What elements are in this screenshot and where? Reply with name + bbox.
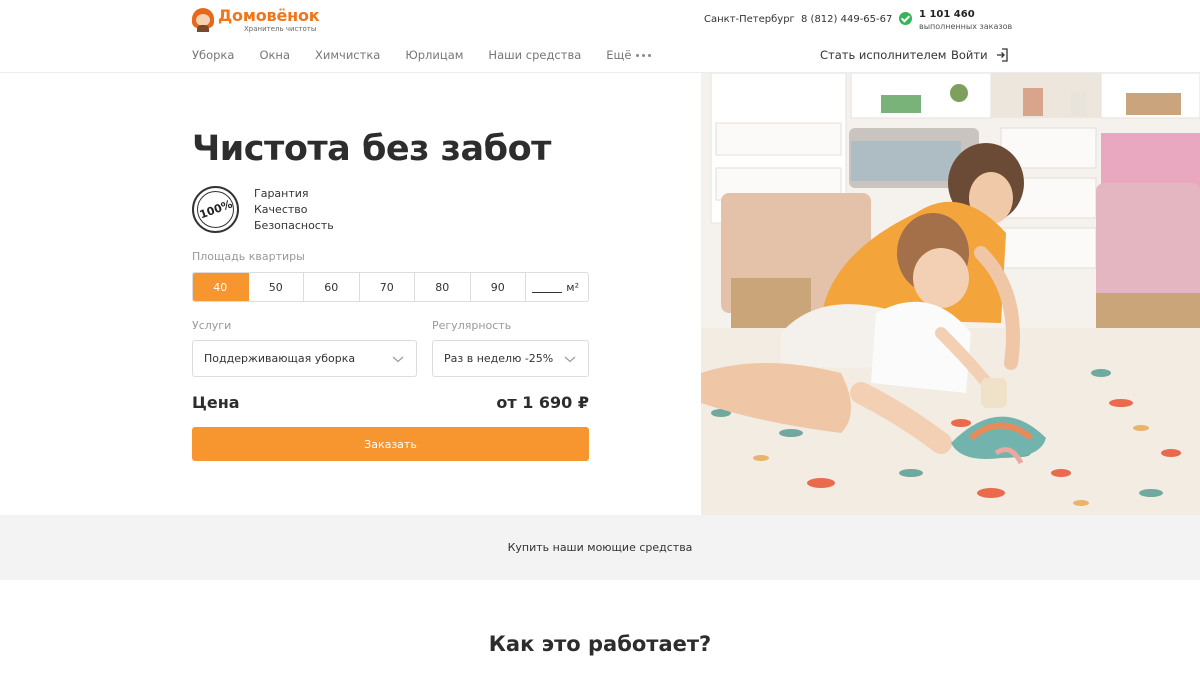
buy-products-link[interactable]: Купить наши моющие средства [0,515,1200,580]
become-performer-link[interactable]: Стать исполнителем [820,48,946,62]
hero-photo [701,73,1200,515]
logo[interactable]: Домовёнок Хранитель чистоты [192,6,320,33]
area-option-50[interactable]: 50 [249,273,304,301]
area-option-90[interactable]: 90 [471,273,526,301]
login-button[interactable]: Войти [951,48,1009,62]
brand-name: Домовёнок [218,6,320,25]
orders-label: выполненных заказов [919,22,1013,31]
feature-safety: Безопасность [254,219,334,232]
price-value: от 1 690 ₽ [496,393,589,412]
city-selector[interactable]: Санкт-Петербург [704,14,795,25]
feature-quality: Качество [254,203,308,216]
feature-guarantee: Гарантия [254,187,309,200]
mascot-icon [192,8,214,32]
area-option-70[interactable]: 70 [360,273,415,301]
main-nav: Уборка Окна Химчистка Юрлицам Наши средс… [192,48,676,62]
area-option-80[interactable]: 80 [415,273,471,301]
area-custom-blank [532,281,563,293]
nav-item-cleaning[interactable]: Уборка [192,48,234,62]
how-it-works-title: Как это работает? [488,632,712,656]
more-dots-icon [636,53,652,57]
area-option-40[interactable]: 40 [193,273,249,301]
badge-text: 100% [197,197,234,222]
services-label: Услуги [192,319,232,332]
orders-counter: 1 101 460 выполненных заказов [899,9,1012,32]
area-unit: м² [566,280,579,294]
area-label: Площадь квартиры [192,250,305,263]
login-icon [996,48,1008,62]
check-circle-icon [899,12,912,25]
regularity-value: Раз в неделю -25% [444,352,554,365]
area-option-60[interactable]: 60 [304,273,360,301]
area-selector: 40 50 60 70 80 90 м² [192,272,589,302]
order-button[interactable]: Заказать [192,427,589,461]
area-custom-input[interactable]: м² [526,273,588,301]
hero-title: Чистота без забот [192,129,551,169]
regularity-select[interactable]: Раз в неделю -25% [432,340,589,377]
nav-more-label: Ещё [606,48,632,62]
nav-item-drycleaning[interactable]: Химчистка [315,48,380,62]
feature-list: Гарантия Качество Безопасность [254,186,334,234]
nav-item-business[interactable]: Юрлицам [405,48,463,62]
nav-item-more[interactable]: Ещё [606,48,652,62]
services-select[interactable]: Поддерживающая уборка [192,340,417,377]
brand-tagline: Хранитель чистоты [244,25,317,33]
login-label: Войти [951,48,988,62]
nav-item-windows[interactable]: Окна [259,48,290,62]
orders-count: 1 101 460 [919,9,975,20]
guarantee-badge-icon: 100% [192,186,239,233]
regularity-label: Регулярность [432,319,512,332]
price-label: Цена [192,393,240,412]
phone-link[interactable]: 8 (812) 449-65-67 [801,14,892,25]
nav-item-products[interactable]: Наши средства [488,48,581,62]
services-value: Поддерживающая уборка [204,352,356,365]
chevron-down-icon [392,356,404,363]
chevron-down-icon [564,356,576,363]
